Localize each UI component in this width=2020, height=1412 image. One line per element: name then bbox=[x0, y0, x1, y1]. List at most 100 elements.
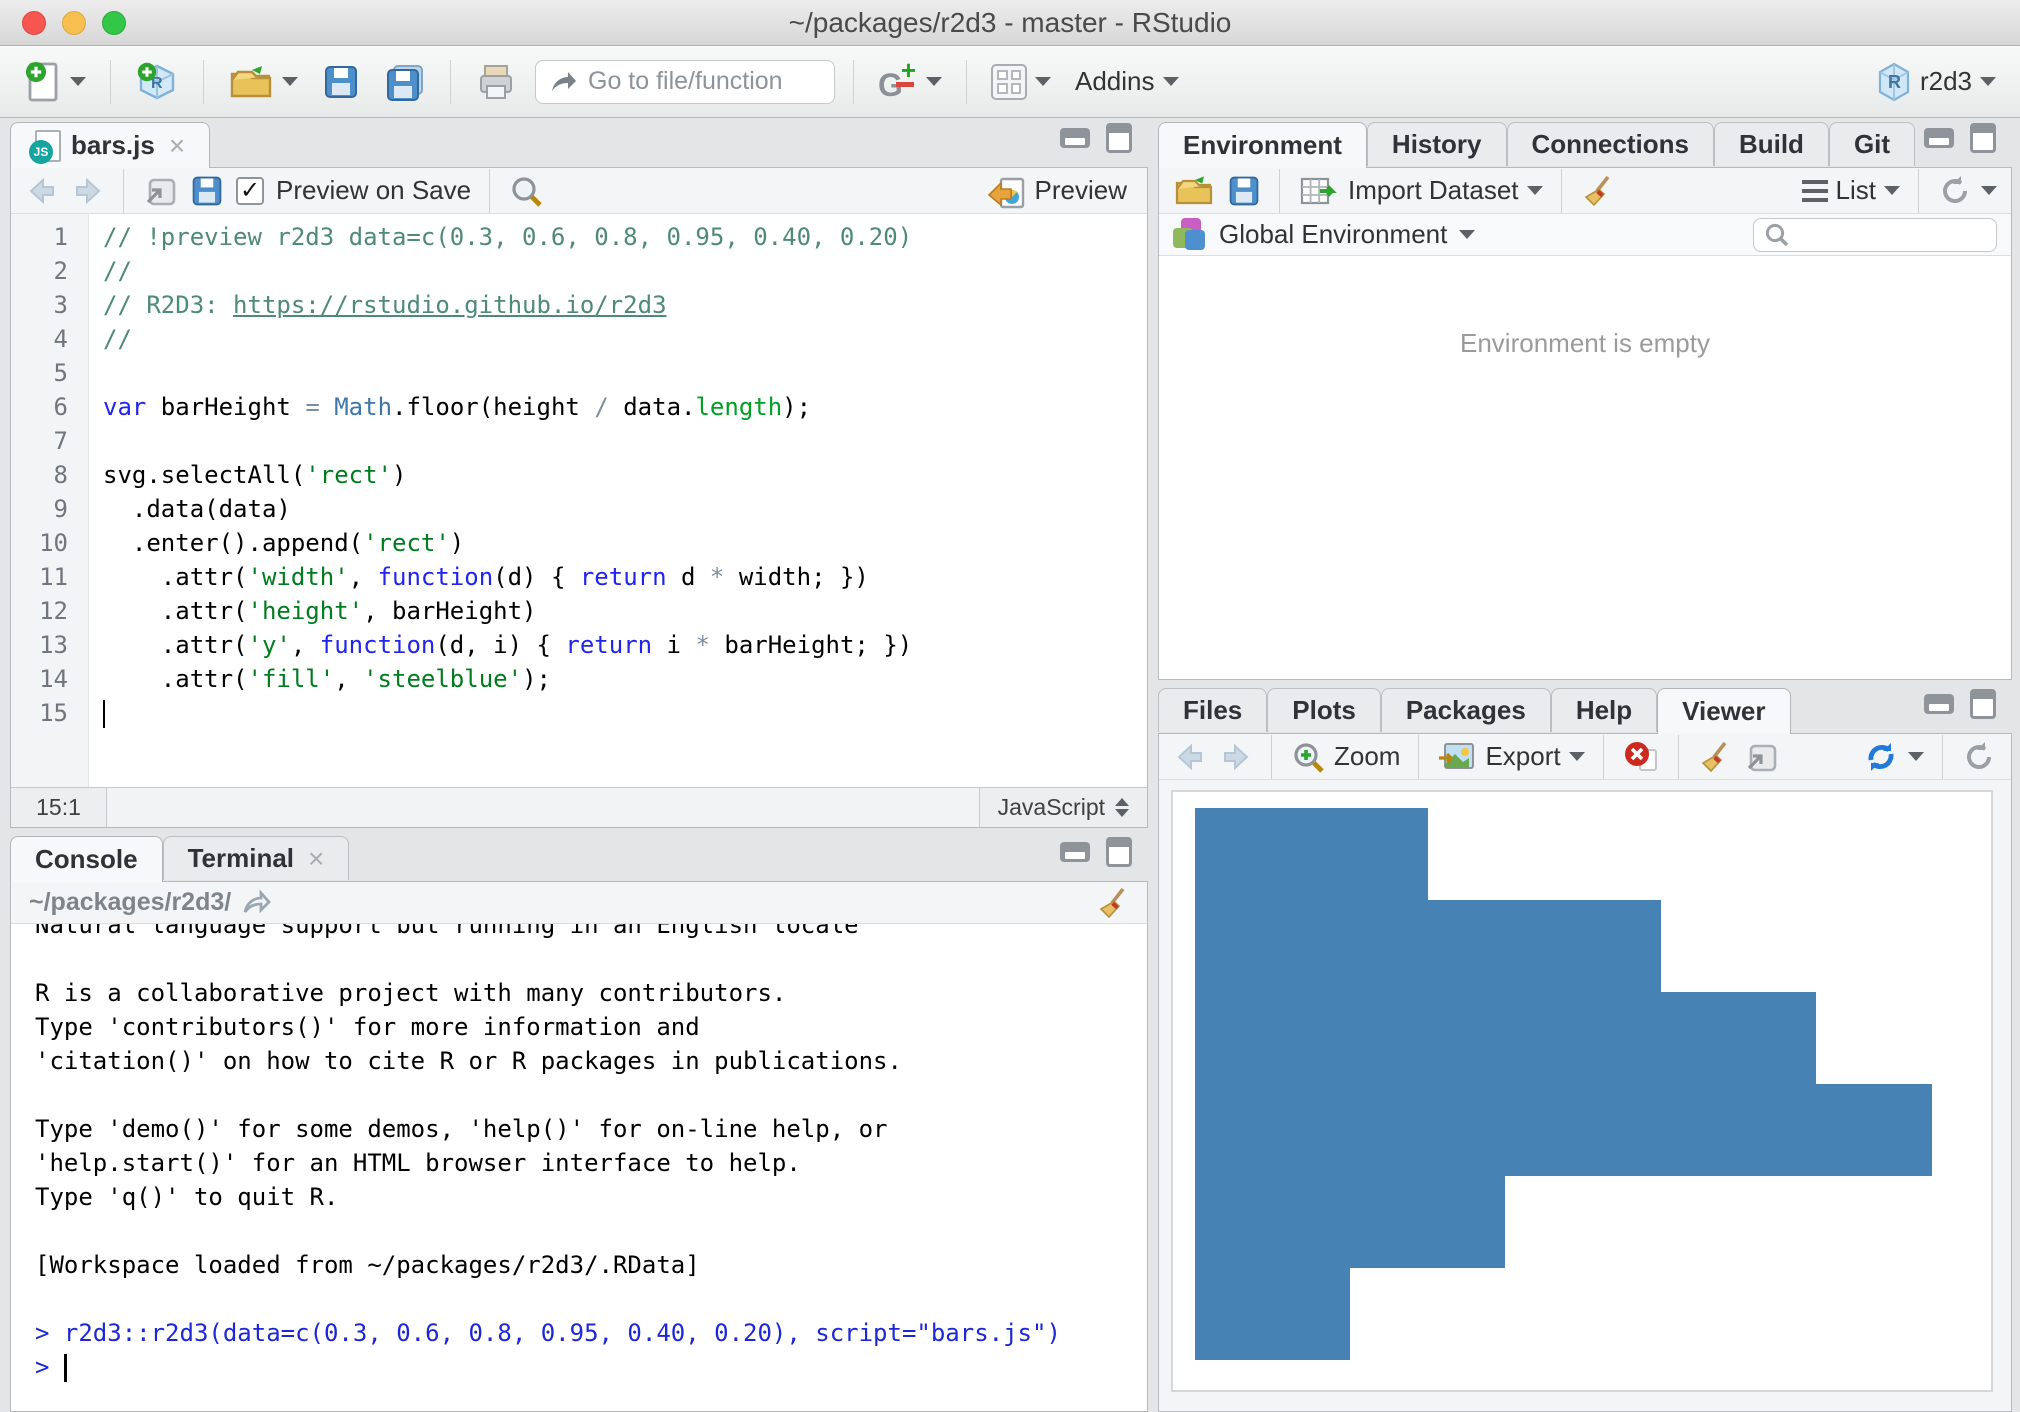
environment-scope-selector[interactable]: Global Environment bbox=[1219, 219, 1447, 250]
back-icon[interactable] bbox=[25, 176, 59, 206]
code-line[interactable]: .data(data) bbox=[103, 492, 1147, 526]
save-button[interactable] bbox=[316, 59, 366, 105]
tab-build[interactable]: Build bbox=[1714, 122, 1829, 166]
version-control-button[interactable]: G+ bbox=[872, 56, 948, 108]
code-token bbox=[320, 393, 334, 421]
tab-files[interactable]: Files bbox=[1158, 688, 1267, 732]
export-button[interactable]: Export bbox=[1437, 740, 1584, 774]
save-all-button[interactable] bbox=[378, 58, 432, 106]
import-dataset-label: Import Dataset bbox=[1348, 175, 1519, 206]
import-dataset-icon bbox=[1298, 173, 1340, 209]
tab-plots[interactable]: Plots bbox=[1267, 688, 1381, 732]
cursor-position[interactable]: 15:1 bbox=[11, 788, 107, 827]
minimize-pane-button[interactable] bbox=[1924, 128, 1954, 148]
workspace-panes-button[interactable] bbox=[985, 60, 1057, 104]
code-token: barHeight; }) bbox=[710, 631, 912, 659]
code-line[interactable]: svg.selectAll('rect') bbox=[103, 458, 1147, 492]
tab-close-icon[interactable]: × bbox=[169, 130, 185, 162]
code-line[interactable]: .attr('height', barHeight) bbox=[103, 594, 1147, 628]
refresh-icon[interactable] bbox=[1961, 739, 1997, 775]
import-dataset-button[interactable]: Import Dataset bbox=[1298, 173, 1543, 209]
maximize-pane-button[interactable] bbox=[1106, 123, 1132, 153]
refresh-button[interactable] bbox=[1937, 173, 1997, 209]
environment-search-box bbox=[1753, 218, 1997, 252]
language-mode-selector[interactable]: JavaScript bbox=[979, 788, 1147, 827]
zoom-button[interactable]: Zoom bbox=[1290, 739, 1400, 775]
code-line[interactable] bbox=[103, 696, 1147, 730]
code-token: return bbox=[565, 631, 652, 659]
code-line[interactable]: .enter().append('rect') bbox=[103, 526, 1147, 560]
tab-console[interactable]: Console bbox=[10, 836, 163, 882]
zoom-window-button[interactable] bbox=[102, 11, 126, 35]
code-line[interactable] bbox=[103, 356, 1147, 390]
tab-environment[interactable]: Environment bbox=[1158, 122, 1367, 168]
back-icon[interactable] bbox=[1173, 742, 1207, 772]
code-editor[interactable]: 123456789101112131415 // !preview r2d3 d… bbox=[11, 214, 1147, 787]
code-line[interactable]: .attr('fill', 'steelblue'); bbox=[103, 662, 1147, 696]
forward-icon[interactable] bbox=[71, 176, 105, 206]
goto-file-input[interactable] bbox=[588, 67, 808, 96]
code-line[interactable]: // !preview r2d3 data=c(0.3, 0.6, 0.8, 0… bbox=[103, 220, 1147, 254]
tab-terminal[interactable]: Terminal× bbox=[163, 836, 350, 880]
new-file-button[interactable] bbox=[18, 56, 92, 108]
environment-search-input[interactable] bbox=[1796, 221, 1976, 249]
code-line[interactable]: .attr('y', function(d, i) { return i * b… bbox=[103, 628, 1147, 662]
open-in-new-window-icon[interactable] bbox=[1743, 740, 1779, 774]
addins-button[interactable]: Addins bbox=[1069, 62, 1185, 101]
console-output[interactable]: Natural language support but running in … bbox=[11, 924, 1147, 1411]
code-token: Math bbox=[334, 393, 392, 421]
remove-item-icon[interactable] bbox=[1622, 738, 1660, 776]
goto-directory-icon[interactable] bbox=[241, 888, 273, 918]
tab-history[interactable]: History bbox=[1367, 122, 1507, 166]
forward-icon[interactable] bbox=[1219, 742, 1253, 772]
tab-bars-js[interactable]: JSbars.js× bbox=[10, 122, 210, 168]
chevron-down-icon bbox=[1569, 752, 1585, 761]
preview-button[interactable]: Preview bbox=[979, 167, 1133, 215]
svg-text:R: R bbox=[1888, 72, 1901, 92]
project-menu-button[interactable]: R r2d3 bbox=[1870, 58, 2002, 106]
tab-label: Environment bbox=[1183, 130, 1342, 161]
chevron-down-icon bbox=[1981, 186, 1997, 195]
tab-help[interactable]: Help bbox=[1551, 688, 1657, 732]
broom-icon[interactable] bbox=[1697, 739, 1731, 775]
tab-git[interactable]: Git bbox=[1829, 122, 1915, 166]
save-icon[interactable] bbox=[1227, 174, 1261, 208]
save-icon[interactable] bbox=[190, 174, 224, 208]
code-line[interactable]: var barHeight = Math.floor(height / data… bbox=[103, 390, 1147, 424]
code-token: ); bbox=[522, 665, 551, 693]
code-line[interactable]: // bbox=[103, 254, 1147, 288]
tab-connections[interactable]: Connections bbox=[1507, 122, 1714, 166]
sync-button[interactable] bbox=[1862, 738, 1924, 776]
minimize-pane-button[interactable] bbox=[1060, 128, 1090, 148]
tab-packages[interactable]: Packages bbox=[1381, 688, 1551, 732]
code-line[interactable]: .attr('width', function(d) { return d * … bbox=[103, 560, 1147, 594]
console-pane: ConsoleTerminal× ~/packages/r2d3/ bbox=[10, 836, 1148, 1412]
toolbar-separator bbox=[1603, 735, 1604, 779]
code-line[interactable]: // R2D3: https://rstudio.github.io/r2d3 bbox=[103, 288, 1147, 322]
search-icon[interactable] bbox=[508, 173, 544, 209]
open-folder-icon[interactable] bbox=[1173, 173, 1215, 209]
print-button[interactable] bbox=[469, 58, 523, 106]
open-file-button[interactable] bbox=[222, 58, 304, 106]
preview-on-save-checkbox[interactable]: ✓ bbox=[236, 177, 264, 205]
open-in-new-window-icon[interactable] bbox=[142, 174, 178, 208]
maximize-pane-button[interactable] bbox=[1970, 689, 1996, 719]
broom-icon[interactable] bbox=[1095, 885, 1129, 921]
tab-viewer[interactable]: Viewer bbox=[1657, 688, 1790, 734]
list-view-button[interactable]: List bbox=[1802, 175, 1900, 206]
tab-close-icon[interactable]: × bbox=[308, 843, 324, 875]
minimize-pane-button[interactable] bbox=[1060, 842, 1090, 862]
minimize-pane-button[interactable] bbox=[1924, 694, 1954, 714]
window-title: ~/packages/r2d3 - master - RStudio bbox=[789, 7, 1232, 39]
close-window-button[interactable] bbox=[22, 11, 46, 35]
open-folder-icon bbox=[228, 62, 274, 102]
new-project-button[interactable]: R bbox=[129, 56, 185, 108]
code-area[interactable]: // !preview r2d3 data=c(0.3, 0.6, 0.8, 0… bbox=[89, 214, 1147, 787]
broom-icon[interactable] bbox=[1580, 173, 1614, 209]
code-line[interactable] bbox=[103, 424, 1147, 458]
code-line[interactable]: // bbox=[103, 322, 1147, 356]
sync-icon bbox=[1862, 738, 1900, 776]
minimize-window-button[interactable] bbox=[62, 11, 86, 35]
maximize-pane-button[interactable] bbox=[1970, 123, 1996, 153]
maximize-pane-button[interactable] bbox=[1106, 837, 1132, 867]
